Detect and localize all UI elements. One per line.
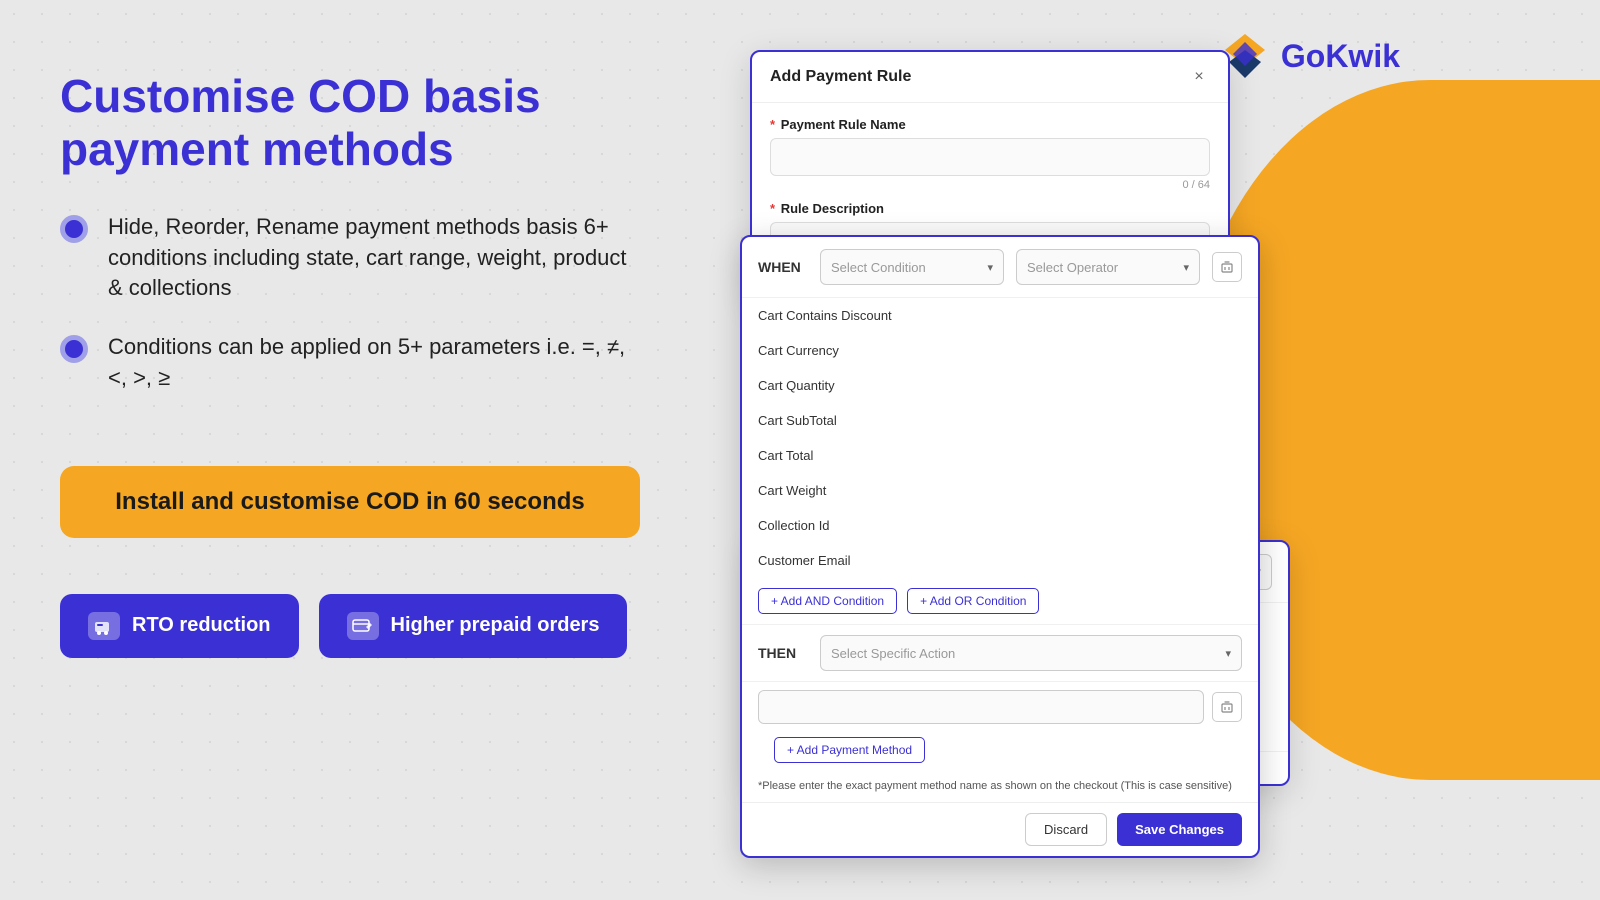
- modal-close-button[interactable]: ×: [1188, 66, 1210, 88]
- prepaid-icon: [347, 612, 379, 640]
- note-text: *Please enter the exact payment method n…: [742, 774, 1258, 802]
- payment-rule-name-counter: 0 / 64: [770, 179, 1210, 191]
- then-select-placeholder: Select Specific Action: [831, 646, 955, 661]
- rto-icon: [88, 612, 120, 640]
- required-mark-2: *: [770, 201, 775, 216]
- right-panel: GoKwik Add Payment Rule × * Payment Rule…: [720, 40, 1540, 860]
- then-payment-input[interactable]: [758, 690, 1204, 724]
- then-chevron-icon: ▾: [1225, 647, 1231, 660]
- condition-item-cart-weight[interactable]: Cart Weight: [742, 473, 1258, 508]
- add-or-condition-button[interactable]: + Add OR Condition: [907, 588, 1039, 614]
- delete-then-button[interactable]: [1212, 692, 1242, 722]
- list-item: Conditions can be applied on 5+ paramete…: [60, 332, 640, 394]
- main-title: Customise COD basis payment methods: [60, 70, 640, 176]
- higher-prepaid-button[interactable]: Higher prepaid orders: [319, 594, 628, 658]
- add-condition-row: + Add AND Condition + Add OR Condition: [742, 578, 1258, 624]
- discard-button[interactable]: Discard: [1025, 813, 1107, 846]
- condition-item-cart-contains-discount[interactable]: Cart Contains Discount: [742, 298, 1258, 333]
- payment-rule-name-label: * Payment Rule Name: [770, 117, 1210, 132]
- operator-select[interactable]: Select Operator ▾: [1016, 249, 1200, 285]
- left-panel: Customise COD basis payment methods Hide…: [60, 40, 720, 860]
- delete-condition-button[interactable]: [1212, 252, 1242, 282]
- rto-button-label: RTO reduction: [132, 614, 271, 637]
- logo-kwik: Kwik: [1325, 38, 1400, 74]
- add-payment-method-button[interactable]: + Add Payment Method: [774, 737, 925, 763]
- logo-go: Go: [1281, 38, 1325, 74]
- then-action-select[interactable]: Select Specific Action ▾: [820, 635, 1242, 671]
- then-row: THEN Select Specific Action ▾: [742, 624, 1258, 682]
- save-changes-button[interactable]: Save Changes: [1117, 813, 1242, 846]
- list-item: Hide, Reorder, Rename payment methods ba…: [60, 212, 640, 304]
- prepaid-button-label: Higher prepaid orders: [391, 614, 600, 637]
- condition-item-cart-quantity[interactable]: Cart Quantity: [742, 368, 1258, 403]
- then-label: THEN: [758, 645, 808, 661]
- condition-select[interactable]: Select Condition ▾: [820, 249, 1004, 285]
- logo-text: GoKwik: [1281, 38, 1400, 75]
- payment-rule-name-input[interactable]: [770, 138, 1210, 176]
- modal-header: Add Payment Rule ×: [752, 52, 1228, 103]
- condition-item-cart-total[interactable]: Cart Total: [742, 438, 1258, 473]
- when-condition-dropdown: WHEN Select Condition ▾ Select Operator …: [740, 235, 1260, 858]
- modal-footer: Discard Save Changes: [742, 802, 1258, 856]
- rule-description-label: * Rule Description: [770, 201, 1210, 216]
- cta-button[interactable]: Install and customise COD in 60 seconds: [60, 466, 640, 538]
- list-item-text: Conditions can be applied on 5+ paramete…: [108, 332, 640, 394]
- bottom-buttons: RTO reduction Higher prepaid orders: [60, 594, 720, 658]
- condition-select-placeholder: Select Condition: [831, 260, 926, 275]
- rto-reduction-button[interactable]: RTO reduction: [60, 594, 299, 658]
- condition-chevron-icon: ▾: [987, 261, 993, 274]
- logo-area: GoKwik: [1219, 30, 1400, 82]
- condition-dropdown-list: Cart Contains Discount Cart Currency Car…: [742, 298, 1258, 578]
- list-item-text: Hide, Reorder, Rename payment methods ba…: [108, 212, 640, 304]
- when-row: WHEN Select Condition ▾ Select Operator …: [742, 237, 1258, 298]
- modal-title: Add Payment Rule: [770, 68, 911, 86]
- then-input-row: [742, 682, 1258, 732]
- condition-item-cart-subtotal[interactable]: Cart SubTotal: [742, 403, 1258, 438]
- bullet-icon: [60, 335, 88, 363]
- payment-rule-name-field: * Payment Rule Name 0 / 64: [770, 117, 1210, 191]
- feature-list: Hide, Reorder, Rename payment methods ba…: [60, 212, 720, 422]
- operator-select-placeholder: Select Operator: [1027, 260, 1118, 275]
- operator-chevron-icon: ▾: [1183, 261, 1189, 274]
- add-and-condition-button[interactable]: + Add AND Condition: [758, 588, 897, 614]
- required-mark: *: [770, 117, 775, 132]
- condition-item-collection-id[interactable]: Collection Id: [742, 508, 1258, 543]
- bullet-icon: [60, 215, 88, 243]
- condition-item-cart-currency[interactable]: Cart Currency: [742, 333, 1258, 368]
- when-label: WHEN: [758, 259, 808, 275]
- condition-item-customer-email[interactable]: Customer Email: [742, 543, 1258, 578]
